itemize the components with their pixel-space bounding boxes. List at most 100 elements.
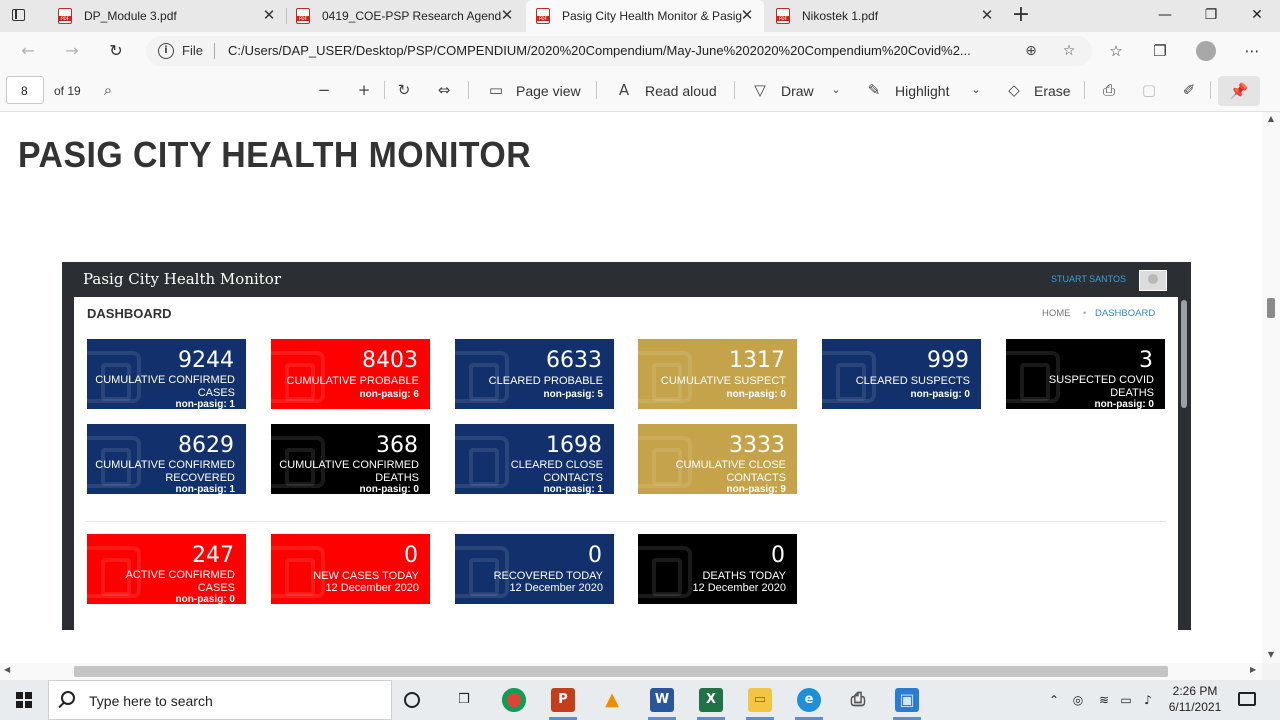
pdf-icon (296, 8, 310, 24)
refresh-icon[interactable]: ↻ (104, 40, 128, 62)
horizontal-scroll-thumb[interactable] (74, 666, 1168, 677)
print-icon[interactable]: ⎙ (1099, 80, 1119, 100)
save-icon[interactable]: ▢ (1139, 80, 1159, 100)
excel-icon[interactable]: X (699, 688, 723, 712)
task-view-icon[interactable]: ❒ (452, 688, 476, 712)
back-arrow-icon[interactable]: ← (16, 40, 40, 62)
highlight-button[interactable]: Highlight (895, 83, 949, 99)
vlc-icon[interactable]: ▲ (600, 688, 624, 712)
scroll-left-arrow-icon[interactable]: ◀ (4, 665, 10, 674)
stat-value: 9244 (178, 348, 234, 373)
zoom-icon[interactable]: ⊕ (1022, 42, 1040, 60)
stat-label: CUMULATIVE CONFIRMED RECOVERED (87, 459, 235, 485)
zoom-in-icon[interactable]: + (354, 80, 374, 100)
profile-avatar-icon[interactable] (1196, 41, 1216, 61)
draw-icon[interactable]: ▽ (750, 80, 770, 100)
more-options-icon[interactable]: ⋯ (1242, 41, 1262, 61)
fit-width-icon[interactable]: ⇔ (434, 80, 454, 100)
maximize-button[interactable]: ❐ (1188, 0, 1234, 32)
powerpoint-icon[interactable]: P (551, 688, 575, 712)
collections-icon[interactable]: ❐ (1150, 41, 1170, 61)
minimize-button[interactable]: — (1142, 0, 1188, 32)
forward-arrow-icon[interactable]: → (60, 40, 84, 62)
system-clock[interactable]: 2:26 PM 6/11/2021 (1160, 683, 1230, 715)
stat-date: 12 December 2020 (692, 582, 786, 594)
taskbar-search-box[interactable]: Type here to search (48, 680, 392, 720)
stat-value: 0 (404, 543, 418, 568)
breadcrumb-separator: • (1083, 308, 1087, 319)
stat-label: CLEARED PROBABLE (488, 375, 603, 387)
stat-label-line-1: ACTIVE CONFIRMED (125, 569, 235, 581)
read-aloud-button[interactable]: Read aloud (645, 83, 717, 99)
chevron-up-icon[interactable]: ⌃ (1046, 692, 1062, 708)
cortana-icon[interactable] (404, 692, 420, 708)
stat-non-pasig: non-pasig: 6 (359, 389, 419, 400)
save-as-icon[interactable]: ✐ (1179, 80, 1199, 100)
word-icon[interactable]: W (650, 688, 674, 712)
toolbar-divider (1210, 81, 1211, 99)
notification-center-icon[interactable] (1238, 692, 1256, 706)
stat-label: CUMULATIVE PROBABLE (286, 375, 419, 387)
zoom-out-icon[interactable]: − (314, 80, 334, 100)
battery-icon[interactable]: ▭ (1118, 692, 1134, 708)
page-number-input[interactable]: 8 (6, 76, 44, 104)
dashboard-scrollbar (1181, 300, 1187, 408)
tab-research-agenda[interactable]: 0419_COE-PSP Research Agenda ✕ (286, 0, 524, 32)
scroll-right-arrow-icon[interactable]: ▶ (1250, 665, 1256, 674)
find-icon[interactable]: ⌕ (98, 80, 118, 100)
scroll-up-arrow-icon[interactable]: ▲ (1266, 114, 1276, 123)
photos-icon[interactable]: ▣ (895, 688, 919, 712)
tab-close-icon[interactable]: ✕ (738, 6, 756, 24)
add-favorite-icon[interactable]: ☆ (1060, 42, 1078, 60)
eraser-icon[interactable]: ◇ (1004, 80, 1024, 100)
tab-close-icon[interactable]: ✕ (260, 6, 278, 24)
highlight-icon[interactable]: ✎ (864, 80, 884, 100)
edge-icon[interactable]: e (797, 688, 821, 712)
volume-icon[interactable]: ♪ (1140, 692, 1156, 708)
draw-button[interactable]: Draw (781, 83, 814, 99)
tab-actions-icon[interactable] (8, 6, 28, 26)
stat-card-confirmed-deaths: 368 CUMULATIVE CONFIRMED DEATHS non-pasig… (271, 424, 430, 494)
tab-nikostek[interactable]: Nikostek 1.pdf ✕ (766, 0, 1004, 32)
page-view-button[interactable]: Page view (516, 83, 581, 99)
tab-close-icon[interactable]: ✕ (978, 6, 996, 24)
chrome-icon[interactable] (502, 688, 526, 712)
stat-label: CUMULATIVE CONFIRMED CASES (87, 374, 235, 400)
printer-icon[interactable]: ⎙ (846, 688, 870, 712)
stat-label-line-2: CONTACTS (543, 472, 603, 484)
vertical-scrollbar[interactable]: ▲ ▼ (1262, 112, 1280, 663)
stat-label: CLEARED SUSPECTS (855, 375, 970, 387)
stat-label-line-1: CLEARED CLOSE (510, 459, 603, 471)
url-text[interactable]: C:/Users/DAP_USER/Desktop/PSP/COMPENDIUM… (228, 43, 1008, 58)
page-view-icon[interactable]: ▭ (486, 80, 506, 100)
chevron-down-icon[interactable]: ⌄ (826, 80, 846, 100)
read-aloud-icon[interactable]: A (614, 80, 634, 100)
horizontal-scrollbar[interactable]: ◀ ▶ (0, 663, 1262, 680)
stat-label-line-1: CUMULATIVE CONFIRMED (95, 459, 235, 471)
vertical-scroll-thumb[interactable] (1267, 298, 1275, 318)
new-tab-button[interactable]: + (1008, 4, 1034, 28)
wifi-icon[interactable]: ≋ (1096, 692, 1112, 708)
stat-card-cumulative-probable: 8403 CUMULATIVE PROBABLE non-pasig: 6 (271, 339, 430, 409)
pin-toolbar-icon[interactable]: 📌 (1218, 76, 1260, 106)
stat-non-pasig: non-pasig: 0 (359, 484, 419, 494)
pdf-icon (776, 8, 790, 24)
omnibox[interactable]: i File C:/Users/DAP_USER/Desktop/PSP/COM… (146, 36, 1092, 66)
file-explorer-icon[interactable]: ▭ (748, 688, 772, 712)
user-avatar-icon (1139, 270, 1167, 291)
dashboard-panel: DASHBOARD HOME • DASHBOARD 9244 CUMULATI… (74, 297, 1178, 630)
chevron-down-icon[interactable]: ⌄ (966, 80, 986, 100)
scroll-down-arrow-icon[interactable]: ▼ (1266, 650, 1276, 659)
erase-button[interactable]: Erase (1034, 83, 1071, 99)
start-button[interactable] (0, 680, 48, 720)
stat-card-recovered-today: 0 RECOVERED TODAY 12 December 2020 (455, 534, 614, 604)
favorites-icon[interactable]: ☆ (1106, 41, 1126, 61)
rotate-icon[interactable]: ↻ (394, 80, 414, 100)
meet-now-icon[interactable]: ◎ (1070, 692, 1086, 708)
tab-dp-module[interactable]: DP_Module 3.pdf ✕ (48, 0, 286, 32)
breadcrumb-home: HOME (1042, 308, 1071, 319)
tab-close-icon[interactable]: ✕ (498, 6, 516, 24)
info-icon[interactable]: i (158, 43, 174, 59)
tab-pasig-health-monitor[interactable]: Pasig City Health Monitor & Pasig ✕ (526, 0, 764, 32)
close-window-button[interactable]: ✕ (1234, 0, 1280, 32)
